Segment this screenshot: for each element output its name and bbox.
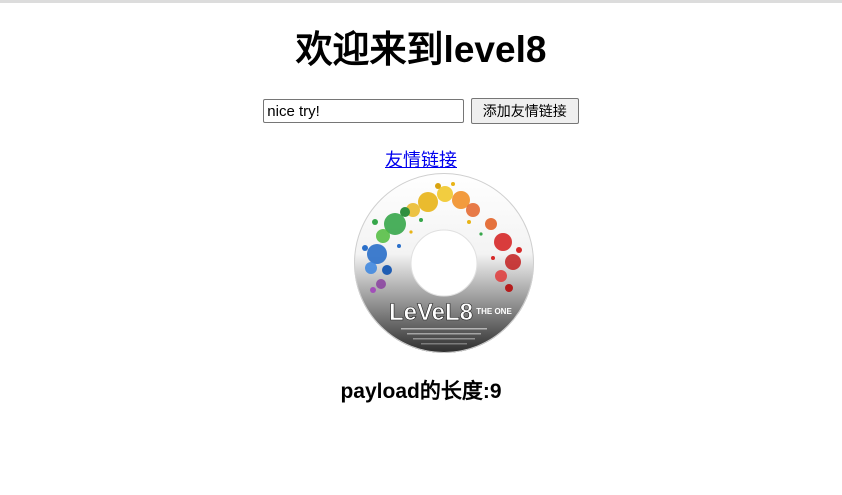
- page-title: 欢迎来到level8: [295, 29, 547, 70]
- friend-link-container: 友情链接: [0, 149, 842, 171]
- search-form: 添加友情链接: [0, 98, 842, 124]
- add-friend-link-button[interactable]: 添加友情链接: [470, 98, 579, 124]
- disc-logo-text: LeVeL8: [389, 299, 473, 326]
- disc-logo-subtext: THE ONE: [476, 307, 512, 316]
- payload-length-text: payload的长度:9: [340, 380, 502, 403]
- friend-link[interactable]: 友情链接: [385, 150, 457, 170]
- keyword-input[interactable]: [263, 99, 465, 123]
- cd-disc-graphic: LeVeL8 THE ONE: [353, 172, 535, 354]
- window-top-border: [0, 0, 842, 3]
- level8-disc-image: LeVeL8 THE ONE: [353, 172, 535, 354]
